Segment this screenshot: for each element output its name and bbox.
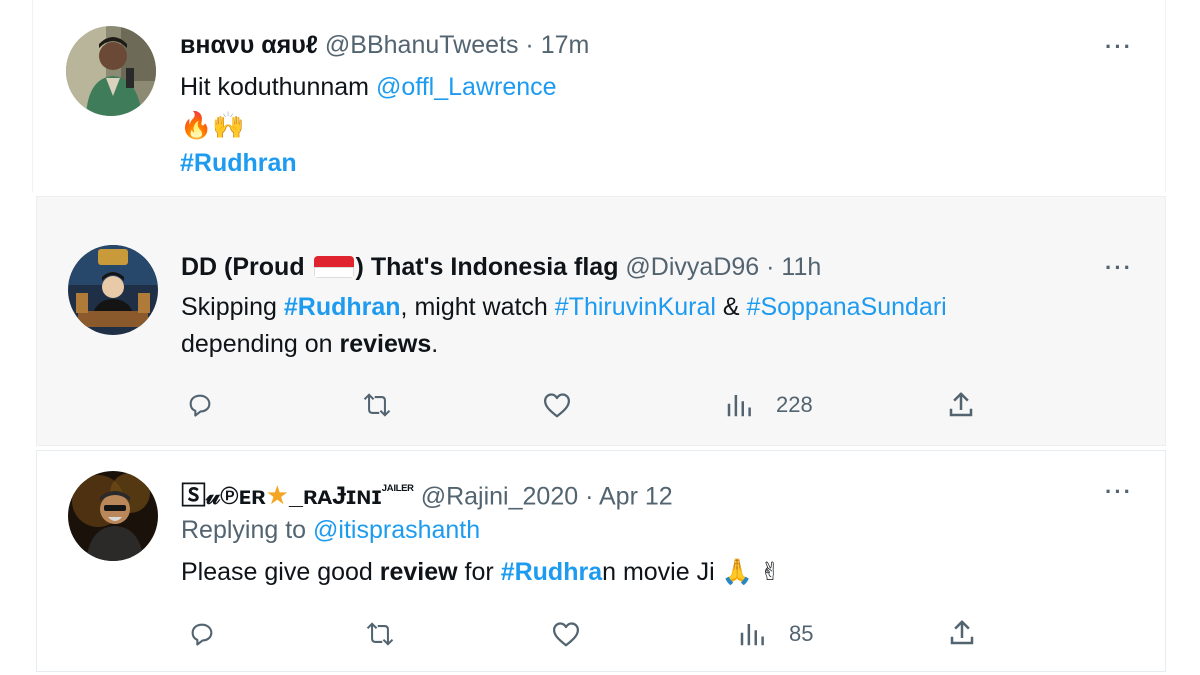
timestamp[interactable]: 11h [781, 253, 821, 281]
replying-to-line: Replying to @itisprashanth [181, 515, 480, 545]
user-handle[interactable]: @Rajini_2020 [421, 482, 578, 510]
tweet-text-bold: reviews [339, 330, 432, 358]
tweet-emoji: 🔥🙌 [180, 110, 245, 140]
retweet-icon [366, 622, 394, 646]
hashtag-link[interactable]: #ThiruvinKural [555, 293, 716, 321]
retweet-button[interactable] [360, 391, 394, 419]
views-count: 228 [776, 392, 813, 417]
views-count: 85 [789, 621, 814, 646]
separator-dot: · [766, 253, 775, 281]
views-icon [740, 624, 764, 646]
tweet-text: for [457, 558, 501, 586]
replying-to-label: Replying to [181, 516, 314, 544]
more-options-icon[interactable]: ··· [1105, 34, 1133, 60]
tweet-header: ʙнανυ αяυℓ @BBhanuTweets · 17m [180, 30, 589, 60]
tweet-text: Skipping [181, 293, 284, 321]
display-name-part: DD (Proud [181, 253, 312, 281]
retweet-icon [363, 393, 391, 417]
user-handle[interactable]: @BBhanuTweets [325, 31, 519, 59]
views-button[interactable]: 85 [737, 620, 813, 648]
tweet-card-1[interactable]: ʙнανυ αяυℓ @BBhanuTweets · 17m ··· Hit k… [32, 0, 1166, 192]
mention-link[interactable]: @offl_Lawrence [376, 73, 557, 101]
tweet-text: , might watch [400, 293, 555, 321]
user-avatar-icon[interactable] [66, 26, 156, 116]
tweet-card-3[interactable]: 🅂𝓊℗ᴇʀ★_ʀᴀɈɪɴɪᴶᴬᴵᴸᴱᴿ @Rajini_2020 · Apr 1… [36, 450, 1166, 672]
tweet-text-bold: review [379, 558, 458, 586]
tweet-hashtag-line: #Rudhran [180, 148, 297, 178]
reply-to-mention[interactable]: @itisprashanth [313, 516, 480, 544]
more-options-icon[interactable]: ··· [1105, 479, 1133, 505]
star-icon: ★ [265, 480, 289, 511]
share-icon [950, 620, 974, 645]
tweet-card-2[interactable]: DD (Proud ) That's Indonesia flag @Divya… [36, 196, 1166, 446]
display-name[interactable]: DD (Proud ) That's Indonesia flag [181, 253, 618, 281]
tweet-text: . [431, 330, 439, 358]
share-button[interactable] [946, 390, 976, 420]
like-icon [544, 393, 570, 418]
timestamp[interactable]: 17m [541, 31, 590, 59]
tweet-text: Please give good [181, 558, 380, 586]
reply-button[interactable] [188, 620, 216, 648]
display-name-sup: ᴶᴬᴵᴸᴱᴿ [381, 482, 414, 498]
share-icon [949, 392, 973, 417]
reply-button[interactable] [186, 391, 214, 419]
display-name[interactable]: ʙнανυ αяυℓ [180, 31, 318, 59]
tweet-text: Hit koduthunnam [180, 73, 376, 101]
tweet-header: DD (Proud ) That's Indonesia flag @Divya… [181, 252, 821, 282]
tweet-text-line-1: Skipping #Rudhran, might watch #Thiruvin… [181, 292, 947, 322]
hashtag-link[interactable]: #Rudhra [501, 558, 602, 586]
user-avatar-icon[interactable] [68, 471, 158, 561]
retweet-button[interactable] [363, 620, 397, 648]
hashtag-link[interactable]: #Rudhran [180, 149, 297, 177]
tweet-text: depending on [181, 330, 340, 358]
like-button[interactable] [551, 620, 581, 648]
display-name[interactable]: 🅂𝓊℗ᴇʀ★_ʀᴀɈɪɴɪᴶᴬᴵᴸᴱᴿ [181, 480, 414, 511]
tweet-text: n movie Ji [602, 558, 722, 586]
share-button[interactable] [947, 618, 977, 648]
tweet-text-line-2: depending on reviews. [181, 329, 438, 359]
indonesia-flag-icon [313, 256, 354, 278]
tweet-text-line-1: Hit koduthunnam @offl_Lawrence [180, 72, 557, 102]
tweet-emoji: 🙏 ✌ [721, 558, 781, 586]
timestamp[interactable]: Apr 12 [599, 482, 673, 510]
display-name-part: ) That's Indonesia flag [355, 253, 619, 281]
user-handle[interactable]: @DivyaD96 [625, 253, 759, 281]
tweet-text: & [715, 293, 747, 321]
reply-icon [191, 623, 213, 646]
tweet-header: 🅂𝓊℗ᴇʀ★_ʀᴀɈɪɴɪᴶᴬᴵᴸᴱᴿ @Rajini_2020 · Apr 1… [181, 475, 673, 511]
like-icon [553, 622, 579, 647]
separator-dot: · [525, 31, 534, 59]
views-icon [727, 395, 751, 417]
like-button[interactable] [542, 391, 572, 419]
display-name-part: _ʀᴀɈɪɴɪ [288, 482, 382, 511]
tweet-text-line-1: Please give good review for #Rudhran mov… [181, 557, 781, 587]
views-button[interactable]: 228 [724, 391, 813, 419]
hashtag-link[interactable]: #SoppanaSundari [747, 293, 947, 321]
display-name-part: 🅂𝓊℗ᴇʀ [181, 482, 266, 511]
reply-icon [189, 394, 211, 417]
more-options-icon[interactable]: ··· [1105, 255, 1133, 281]
separator-dot: · [585, 482, 594, 511]
user-avatar-icon[interactable] [68, 245, 158, 335]
hashtag-link[interactable]: #Rudhran [284, 293, 401, 321]
